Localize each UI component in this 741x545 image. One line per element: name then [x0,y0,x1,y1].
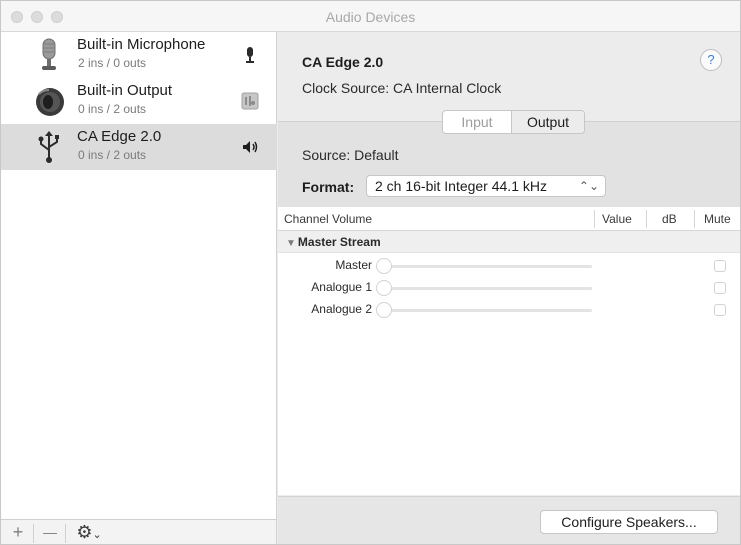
toolbar-divider [33,524,34,543]
volume-slider-knob[interactable] [376,258,392,274]
channel-row-master: Master [278,254,740,276]
device-name: Built-in Output [77,82,173,99]
chevron-down-icon: ⌄ [92,529,102,541]
configure-speakers-button[interactable]: Configure Speakers... [540,510,718,534]
format-value: 2 ch 16-bit Integer 44.1 kHz [375,178,547,194]
volume-slider-knob[interactable] [376,302,392,318]
format-label: Format: [302,179,355,195]
sidebar-toolbar: + — ⚙⌄ [1,519,277,544]
device-detail-pane: CA Edge 2.0 Clock Source: CA Internal Cl… [278,32,740,544]
volume-icon [243,141,258,153]
microphone-status-icon [246,47,254,63]
device-row-ca-edge[interactable]: CA Edge 2.0 0 ins / 2 outs [1,124,277,170]
column-divider [646,210,647,228]
column-header-db[interactable]: dB [662,212,677,226]
device-io: 2 ins / 0 outs [78,56,147,70]
mute-checkbox[interactable] [714,282,726,294]
finder-icon [241,92,259,110]
help-button[interactable]: ? [700,49,722,71]
source-row: Source: Default [302,147,399,163]
device-row-built-in-microphone[interactable]: Built-in Microphone 2 ins / 0 outs [1,32,277,78]
column-header-channel-volume[interactable]: Channel Volume [284,212,372,226]
clock-source-row: Clock Source: CA Internal Clock [302,80,501,96]
microphone-icon [42,38,56,70]
master-stream-group[interactable]: ▼ Master Stream [278,231,740,253]
mute-checkbox[interactable] [714,304,726,316]
device-io: 0 ins / 2 outs [78,102,147,116]
speaker-icon [36,88,64,116]
stepper-arrows-icon: ⌃⌄ [578,179,599,193]
gear-icon: ⚙ [76,522,93,542]
volume-slider-track[interactable] [378,309,592,312]
format-select[interactable]: 2 ch 16-bit Integer 44.1 kHz ⌃⌄ [366,175,606,197]
tab-input[interactable]: Input [443,111,511,133]
channel-label: Analogue 2 [311,302,372,316]
group-title: Master Stream [297,235,381,249]
detail-footer: Configure Speakers... [278,496,740,544]
input-output-tabs: Input Output [442,110,585,134]
window-title: Audio Devices [325,9,416,25]
volume-slider-track[interactable] [378,265,592,268]
device-name: Built-in Microphone [77,36,206,53]
device-list: Built-in Microphone 2 ins / 0 outs Built… [1,32,277,521]
table-header: Channel Volume Value dB Mute [278,207,740,231]
title-bar: Audio Devices [1,1,740,32]
column-divider [594,210,595,228]
clock-source-value: CA Internal Clock [393,80,502,96]
audio-devices-window: Audio Devices Built-in Microphone 2 ins … [0,0,741,545]
column-header-value[interactable]: Value [602,212,632,226]
channel-volume-table: Channel Volume Value dB Mute ▼ Master Str… [278,207,740,495]
volume-slider-track[interactable] [378,287,592,290]
gear-menu-button[interactable]: ⚙⌄ [71,520,107,544]
device-io: 0 ins / 2 outs [78,148,147,162]
source-label: Source: [302,147,351,163]
tab-output[interactable]: Output [511,111,584,133]
disclosure-triangle-icon: ▼ [286,238,296,249]
remove-device-button[interactable]: — [39,520,61,544]
column-header-mute[interactable]: Mute [704,212,731,226]
source-value: Default [354,147,399,163]
clock-source-label: Clock Source: [302,80,390,96]
device-name: CA Edge 2.0 [77,128,162,145]
toolbar-divider [65,524,66,543]
device-row-built-in-output[interactable]: Built-in Output 0 ins / 2 outs [1,78,277,124]
channel-label: Analogue 1 [311,280,372,294]
volume-slider-knob[interactable] [376,280,392,296]
usb-icon [38,131,59,163]
group-label: ▼ Master Stream [286,235,381,249]
channel-label: Master [335,258,372,272]
mute-checkbox[interactable] [714,260,726,272]
channel-row-analogue-1: Analogue 1 [278,276,740,298]
channel-row-analogue-2: Analogue 2 [278,298,740,320]
device-title: CA Edge 2.0 [302,54,384,70]
column-divider [694,210,695,228]
add-device-button[interactable]: + [7,520,29,544]
